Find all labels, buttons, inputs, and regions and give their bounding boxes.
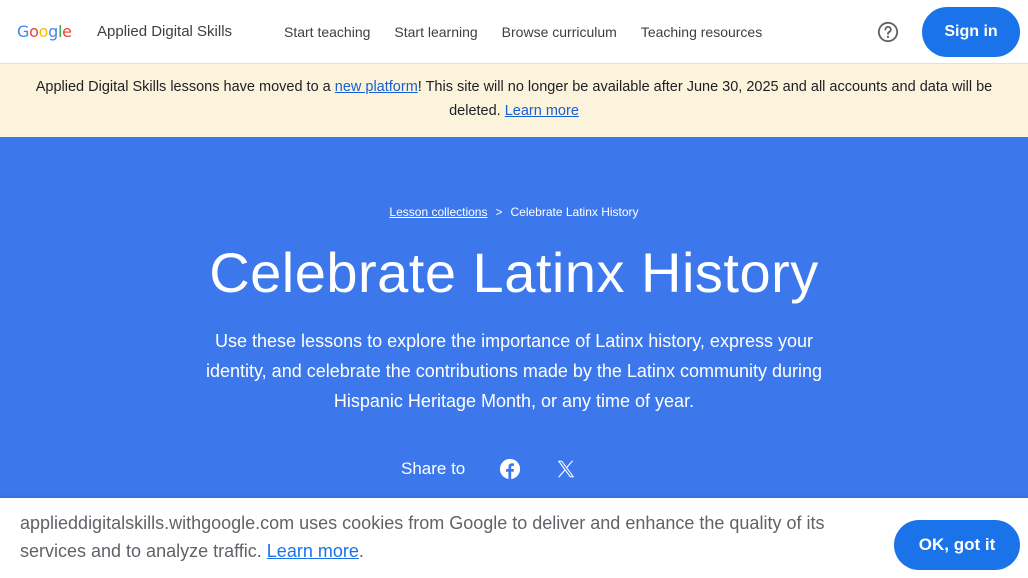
logo-letter: o xyxy=(29,22,39,41)
facebook-icon[interactable] xyxy=(499,458,521,480)
cookie-consent-bar: applieddigitalskills.withgoogle.com uses… xyxy=(0,498,1028,578)
breadcrumb: Lesson collections > Celebrate Latinx Hist… xyxy=(0,204,1028,220)
brand-name[interactable]: Applied Digital Skills xyxy=(97,22,232,42)
nav-browse-curriculum[interactable]: Browse curriculum xyxy=(502,22,617,42)
cookie-ok-button[interactable]: OK, got it xyxy=(894,520,1020,570)
hero-section: Lesson collections > Celebrate Latinx Hist… xyxy=(0,137,1028,498)
new-platform-link[interactable]: new platform xyxy=(335,79,418,95)
breadcrumb-lesson-collections[interactable]: Lesson collections xyxy=(389,205,487,219)
nav-start-learning[interactable]: Start learning xyxy=(394,22,477,42)
google-logo[interactable]: Google xyxy=(17,22,72,42)
logo-letter: o xyxy=(38,22,49,41)
banner-text-start: Applied Digital Skills lessons have move… xyxy=(35,79,335,95)
help-circle-icon[interactable] xyxy=(877,21,899,43)
page-title: Celebrate Latinx History xyxy=(209,241,819,304)
x-icon[interactable] xyxy=(555,458,577,480)
nav-teaching-resources[interactable]: Teaching resources xyxy=(641,22,762,42)
share-bar: Share to xyxy=(401,457,611,481)
cookie-text: applieddigitalskills.withgoogle.com uses… xyxy=(20,513,825,561)
breadcrumb-separator: > xyxy=(495,205,503,219)
cookie-message: applieddigitalskills.withgoogle.com uses… xyxy=(20,509,880,565)
main-nav: Start teaching Start learning Browse cur… xyxy=(284,22,786,42)
cookie-period: . xyxy=(358,541,364,561)
logo-letter: G xyxy=(17,22,30,41)
site-header: Google Applied Digital Skills Start teac… xyxy=(0,0,1028,64)
migration-notice-banner: Applied Digital Skills lessons have move… xyxy=(0,64,1028,137)
cookie-learn-more-link[interactable]: Learn more xyxy=(267,541,359,561)
share-label: Share to xyxy=(401,459,466,478)
sign-in-button[interactable]: Sign in xyxy=(922,7,1020,57)
banner-learn-more-link[interactable]: Learn more xyxy=(505,103,579,119)
logo-letter: g xyxy=(48,22,58,41)
nav-start-teaching[interactable]: Start teaching xyxy=(284,22,370,42)
page-description: Use these lessons to explore the importa… xyxy=(205,331,823,411)
breadcrumb-current: Celebrate Latinx History xyxy=(510,205,639,219)
logo-letter: e xyxy=(62,22,72,41)
